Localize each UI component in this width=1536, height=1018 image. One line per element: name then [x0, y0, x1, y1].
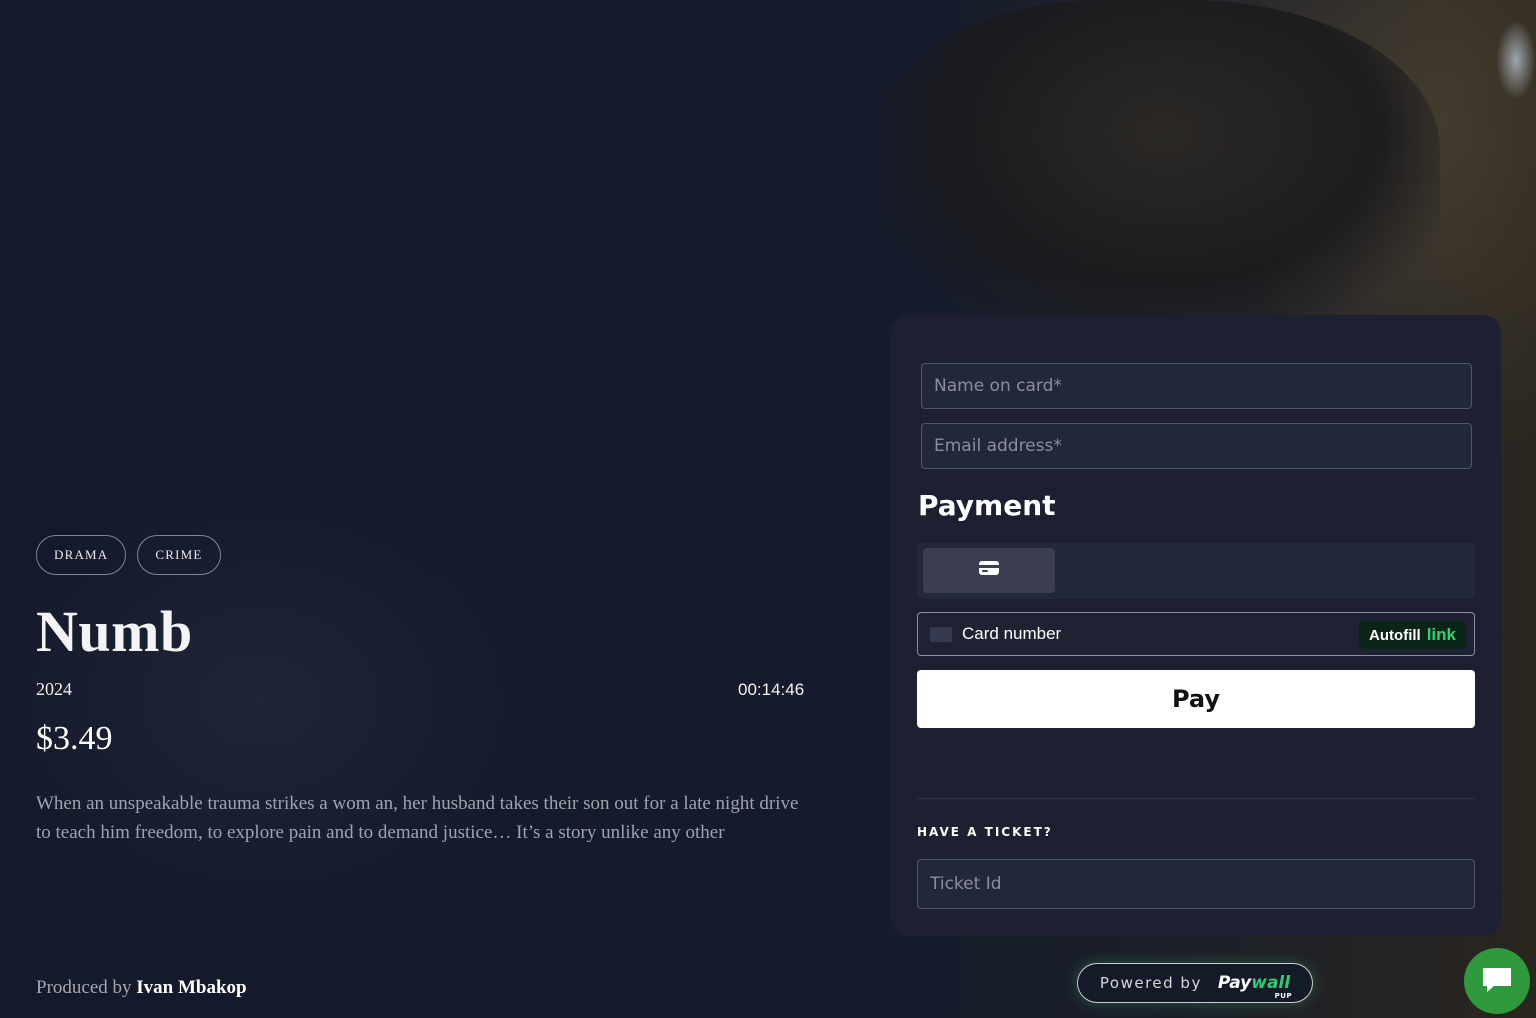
- brand-sub: PUP: [1274, 992, 1293, 1000]
- pay-button[interactable]: Pay: [917, 670, 1475, 728]
- card-number-label: Card number: [962, 624, 1062, 643]
- powered-by-badge[interactable]: Powered by Paywall PUP: [1077, 963, 1313, 1003]
- credit-card-icon: [978, 560, 1000, 581]
- genre-list: DRAMA CRIME: [36, 535, 221, 575]
- payment-method-bar: [917, 543, 1475, 599]
- link-logo: link: [1426, 625, 1456, 644]
- email-input[interactable]: [921, 423, 1472, 469]
- brand-wall: wall: [1251, 973, 1291, 993]
- producer-name: Ivan Mbakop: [136, 977, 247, 998]
- price: $3.49: [36, 720, 113, 757]
- genre-tag-crime[interactable]: CRIME: [137, 535, 221, 575]
- divider: [917, 798, 1475, 799]
- card-brand-icon: [930, 627, 952, 642]
- backdrop-figure: [880, 0, 1440, 330]
- page: DRAMA CRIME Numb 2024 00:14:46 $3.49 Whe…: [0, 0, 1536, 1018]
- payment-heading: Payment: [918, 489, 1056, 522]
- ticket-heading: HAVE A TICKET?: [917, 825, 1053, 839]
- chat-button[interactable]: [1464, 948, 1530, 1014]
- producer-credit: Produced by Ivan Mbakop: [36, 977, 247, 999]
- chat-icon: [1480, 965, 1514, 998]
- release-year: 2024: [36, 679, 72, 699]
- movie-description: When an unspeakable trauma strikes a wom…: [36, 793, 799, 843]
- autofill-label: Autofill: [1369, 626, 1421, 644]
- backdrop-light: [1496, 20, 1536, 100]
- payment-method-card-tab[interactable]: [923, 548, 1055, 593]
- name-on-card-input[interactable]: [921, 363, 1472, 409]
- paywall-logo: Paywall PUP: [1217, 973, 1292, 1000]
- card-number-field[interactable]: Card number Autofill link: [917, 612, 1475, 656]
- powered-by-label: Powered by: [1099, 974, 1202, 992]
- brand-pay: Pay: [1217, 973, 1252, 993]
- ticket-id-input[interactable]: [917, 859, 1475, 909]
- producer-prefix: Produced by: [36, 977, 132, 998]
- autofill-link-button[interactable]: Autofill link: [1359, 621, 1466, 649]
- countdown-timer: 00:14:46: [738, 680, 805, 699]
- movie-title: Numb: [36, 599, 193, 664]
- genre-tag-drama[interactable]: DRAMA: [36, 535, 127, 575]
